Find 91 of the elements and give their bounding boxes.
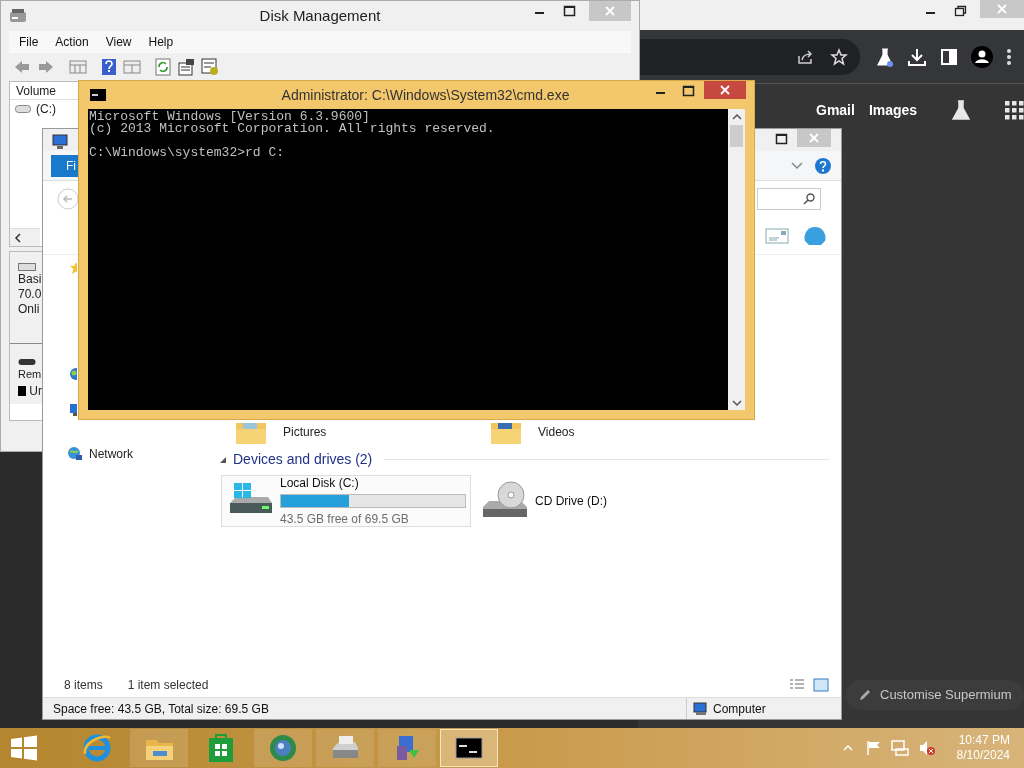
help-icon[interactable]: [815, 157, 831, 174]
location-text: Computer: [713, 700, 766, 718]
drive-icon: [15, 104, 31, 114]
computer-icon: [693, 701, 709, 716]
folder-label[interactable]: Pictures: [283, 423, 327, 441]
legend-label: Ur: [29, 383, 42, 400]
scroll-down-icon[interactable]: [731, 399, 742, 407]
chevron-up-icon[interactable]: [842, 744, 853, 752]
tiles-view-icon[interactable]: [813, 678, 829, 692]
back-arrow-icon[interactable]: [13, 59, 31, 75]
disk-icon: [9, 8, 27, 24]
window-title: Administrator: C:\Windows\System32\cmd.exe: [281, 85, 570, 105]
list-view-icon[interactable]: [69, 59, 87, 75]
properties-icon[interactable]: [177, 58, 195, 76]
status-text: Space free: 43.5 GB, Total size: 69.5 GB: [52, 700, 270, 718]
disk-info-text: Basi: [18, 272, 42, 287]
disk-info-text: 70.0: [18, 287, 42, 302]
table-cell-text: (C:): [36, 101, 56, 118]
pencil-icon: [858, 688, 872, 702]
disk-info-text: Rem: [18, 367, 42, 382]
help-icon[interactable]: [101, 58, 117, 76]
scrollbar[interactable]: [728, 109, 745, 410]
network-icon: [67, 446, 83, 462]
computer-icon: [51, 134, 69, 150]
back-button-icon[interactable]: [57, 188, 79, 210]
console-line: Microsoft Windows [Version 6.3.9600]: [89, 111, 371, 123]
settings-icon[interactable]: [201, 58, 219, 76]
flask-icon[interactable]: [951, 99, 972, 121]
menu-item[interactable]: View: [105, 33, 132, 51]
scroll-thumb[interactable]: [730, 125, 743, 147]
folder-icon[interactable]: [490, 423, 522, 445]
ribbon-tab[interactable]: Fi: [51, 154, 78, 177]
download-icon[interactable]: [907, 46, 927, 67]
menu-icon[interactable]: [1006, 47, 1012, 66]
network-icon[interactable]: [890, 740, 909, 756]
window-title: Disk Management: [259, 5, 381, 26]
clock-date: 8/10/2024: [956, 748, 1010, 763]
selection-count: 1 item selected: [127, 677, 209, 694]
drive-name: CD Drive (D:): [535, 493, 608, 510]
details-view-icon[interactable]: [789, 678, 805, 692]
scroll-left-icon[interactable]: [14, 232, 22, 243]
computer-icon[interactable]: [69, 403, 77, 417]
browser-e-icon: [81, 732, 113, 764]
header-link[interactable]: Gmail: [816, 99, 855, 121]
menu-item[interactable]: Help: [148, 33, 174, 51]
shell-icon[interactable]: [803, 224, 827, 247]
restore-icon[interactable]: [952, 3, 968, 19]
share-icon[interactable]: [796, 47, 814, 66]
scroll-up-icon[interactable]: [731, 113, 742, 121]
drive-tile[interactable]: CD Drive (D:): [477, 475, 637, 527]
side-panel-icon[interactable]: [940, 47, 958, 66]
star-icon[interactable]: [830, 47, 848, 66]
removable-drive-icon: [18, 358, 36, 366]
customise-button[interactable]: Customise Supermium: [846, 680, 1024, 710]
refresh-icon[interactable]: [155, 58, 171, 76]
console-line: (c) 2013 Microsoft Corporation. All rights reserved.: [89, 123, 496, 135]
close-button[interactable]: [704, 81, 746, 99]
drive-tile[interactable]: Local Disk (C:) 43.5 GB free of 69.5 GB: [221, 475, 471, 527]
profile-icon[interactable]: [971, 45, 993, 68]
group-header[interactable]: Devices and drives (2): [233, 449, 373, 470]
item-count: 8 items: [64, 677, 103, 694]
search-icon: [803, 193, 815, 205]
address-bar[interactable]: [638, 38, 860, 75]
panel-view-icon[interactable]: [123, 59, 141, 75]
maximize-icon[interactable]: [561, 3, 577, 19]
header-link[interactable]: Images: [868, 99, 918, 121]
collapse-arrow-icon[interactable]: [219, 455, 227, 464]
free-space-text: 43.5 GB free of 69.5 GB: [280, 511, 410, 528]
console-icon: [90, 89, 106, 101]
start-icon[interactable]: [10, 735, 38, 761]
scrollbar[interactable]: [10, 228, 40, 246]
chevron-down-icon[interactable]: [791, 161, 803, 170]
maximize-icon[interactable]: [680, 83, 696, 99]
folder-label[interactable]: Videos: [538, 423, 575, 441]
search-field[interactable]: [757, 188, 821, 210]
drive-name: Local Disk (C:): [280, 475, 360, 492]
console-line: C:\Windows\system32>rd C:: [89, 147, 286, 159]
flag-icon[interactable]: [865, 740, 882, 756]
maximize-icon[interactable]: [773, 131, 789, 147]
globe-icon: [267, 732, 299, 764]
disk-info-text: Onli: [18, 302, 41, 317]
menu-item[interactable]: Action: [55, 33, 89, 51]
clock-time: 10:47 PM: [958, 733, 1010, 748]
nav-item[interactable]: Network: [67, 445, 211, 463]
star-icon[interactable]: [69, 261, 77, 275]
menu-item[interactable]: File: [19, 33, 39, 51]
speaker-muted-icon[interactable]: [917, 740, 936, 756]
apps-grid-icon[interactable]: [1005, 100, 1024, 120]
unallocated-swatch-icon: [18, 385, 27, 397]
forward-arrow-icon[interactable]: [37, 59, 55, 75]
envelope-icon[interactable]: [765, 226, 789, 245]
